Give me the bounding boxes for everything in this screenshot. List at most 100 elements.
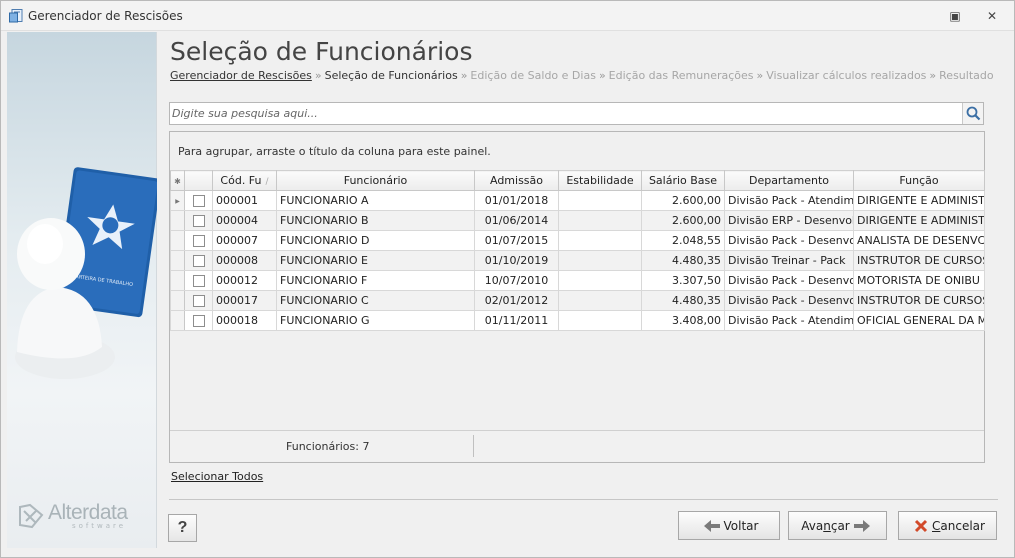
- breadcrumb-item: Edição de Saldo e Dias: [470, 69, 596, 82]
- breadcrumb-separator: »: [460, 69, 468, 82]
- cell-codigo: 000001: [212, 190, 277, 211]
- cell-departamento: Divisão Pack - Desenvol: [724, 230, 854, 251]
- corner-cell[interactable]: ✱: [170, 170, 185, 191]
- next-button[interactable]: Avançar: [788, 511, 887, 540]
- search-input[interactable]: [172, 105, 960, 122]
- brand-subtitle: software: [72, 522, 127, 530]
- cell-funcao: DIRIGENTE E ADMINIST: [853, 190, 985, 211]
- footer-divider: [473, 435, 474, 457]
- arrow-right-icon: [853, 519, 870, 532]
- row-checkbox[interactable]: [192, 235, 205, 247]
- cell-estabilidade: [558, 210, 642, 231]
- cell-admissao: 01/06/2014: [474, 210, 559, 231]
- group-by-panel[interactable]: Para agrupar, arraste o título da coluna…: [178, 145, 491, 158]
- cancel-x-icon: [914, 519, 928, 533]
- grid-footer: Funcionários: 7: [170, 430, 984, 461]
- row-checkbox-cell: [184, 230, 213, 251]
- cell-estabilidade: [558, 230, 642, 251]
- row-checkbox[interactable]: [192, 295, 205, 307]
- restore-button[interactable]: ▣: [943, 7, 967, 25]
- restore-icon: ▣: [949, 9, 961, 23]
- cell-admissao: 10/07/2010: [474, 270, 559, 291]
- table-row[interactable]: 000004 FUNCIONARIO B 01/06/2014 2.600,00 Div…: [170, 210, 985, 231]
- checkbox-column-header: [184, 170, 213, 191]
- table-header-row: ✱ Cód. Fu / Funcionário Admissão Estabili…: [170, 170, 985, 191]
- row-checkbox-cell: [184, 270, 213, 291]
- cell-admissao: 01/11/2011: [474, 310, 559, 331]
- cell-estabilidade: [558, 290, 642, 311]
- close-button[interactable]: ✕: [980, 7, 1004, 25]
- row-checkbox[interactable]: [192, 215, 205, 227]
- row-indicator[interactable]: ▶: [170, 190, 185, 211]
- cell-departamento: Divisão Pack - Atendim: [724, 190, 854, 211]
- cell-salario: 4.480,35: [641, 250, 725, 271]
- breadcrumb-separator: »: [598, 69, 606, 82]
- column-header-salario-base[interactable]: Salário Base: [641, 170, 725, 191]
- row-checkbox[interactable]: [192, 255, 205, 267]
- cell-salario: 4.480,35: [641, 290, 725, 311]
- select-all-link[interactable]: Selecionar Todos: [171, 470, 263, 483]
- column-header-admissao[interactable]: Admissão: [474, 170, 559, 191]
- table-row[interactable]: ▶ 000001 FUNCIONARIO A 01/01/2018 2.600,00 Di…: [170, 190, 985, 211]
- back-button[interactable]: Voltar: [678, 511, 780, 540]
- row-indicator[interactable]: [170, 310, 185, 331]
- column-header-funcao[interactable]: Função: [853, 170, 985, 191]
- column-header-funcionario[interactable]: Funcionário: [276, 170, 475, 191]
- cell-funcionario: FUNCIONARIO D: [276, 230, 475, 251]
- search-button[interactable]: [962, 103, 983, 124]
- breadcrumb-item[interactable]: Gerenciador de Rescisões: [170, 69, 312, 82]
- breadcrumb-item: Resultado: [939, 69, 994, 82]
- sort-indicator-icon: /: [265, 177, 269, 187]
- table-row[interactable]: 000012 FUNCIONARIO F 10/07/2010 3.307,50 Div…: [170, 270, 985, 291]
- row-indicator[interactable]: [170, 290, 185, 311]
- row-indicator[interactable]: [170, 210, 185, 231]
- cell-funcionario: FUNCIONARIO F: [276, 270, 475, 291]
- row-checkbox[interactable]: [192, 275, 205, 287]
- row-indicator[interactable]: [170, 250, 185, 271]
- column-header-departamento[interactable]: Departamento: [724, 170, 854, 191]
- cell-estabilidade: [558, 250, 642, 271]
- next-button-label: Avançar: [801, 518, 850, 533]
- cell-departamento: Divisão Pack - Desenvol: [724, 290, 854, 311]
- cell-salario: 2.048,55: [641, 230, 725, 251]
- cell-departamento: Divisão ERP - Desenvolv: [724, 210, 854, 231]
- work-card-illustration: CARTEIRA DE TRABALHO: [15, 167, 157, 379]
- row-indicator[interactable]: [170, 230, 185, 251]
- table-row[interactable]: 000017 FUNCIONARIO C 02/01/2012 4.480,35 Div…: [170, 290, 985, 311]
- asterisk-icon: ✱: [174, 177, 181, 186]
- breadcrumb-separator: »: [756, 69, 764, 82]
- table-row[interactable]: 000018 FUNCIONARIO G 01/11/2011 3.408,00 Div…: [170, 310, 985, 331]
- cancel-button[interactable]: Cancelar: [898, 511, 997, 540]
- breadcrumb-separator: »: [314, 69, 322, 82]
- search-box: [169, 102, 984, 125]
- close-icon: ✕: [986, 9, 998, 23]
- cell-admissao: 02/01/2012: [474, 290, 559, 311]
- column-header-codigo[interactable]: Cód. Fu /: [212, 170, 277, 191]
- cell-salario: 3.408,00: [641, 310, 725, 331]
- cell-salario: 3.307,50: [641, 270, 725, 291]
- app-window: Gerenciador de Rescisões ▣ ✕ CARTEIRA DE…: [0, 0, 1015, 558]
- table-row[interactable]: 000008 FUNCIONARIO E 01/10/2019 4.480,35 Div…: [170, 250, 985, 271]
- arrow-left-icon: [703, 519, 720, 532]
- current-row-icon: ▶: [175, 198, 180, 205]
- column-header-estabilidade[interactable]: Estabilidade: [558, 170, 642, 191]
- cell-funcionario: FUNCIONARIO C: [276, 290, 475, 311]
- alterdata-logo: Alterdata software: [18, 502, 128, 530]
- search-icon: [966, 106, 980, 121]
- cell-funcao: OFICIAL GENERAL DA M: [853, 310, 985, 331]
- cell-funcao: INSTRUTOR DE CURSOS: [853, 290, 985, 311]
- breadcrumb-separator: »: [929, 69, 937, 82]
- row-checkbox[interactable]: [192, 195, 205, 207]
- side-illustration-panel: CARTEIRA DE TRABALHO Alterdata software: [7, 32, 157, 548]
- app-document-icon: [9, 9, 24, 23]
- cell-estabilidade: [558, 270, 642, 291]
- table-row[interactable]: 000007 FUNCIONARIO D 01/07/2015 2.048,55 Div…: [170, 230, 985, 251]
- row-indicator[interactable]: [170, 270, 185, 291]
- cell-codigo: 000008: [212, 250, 277, 271]
- breadcrumb-item: Edição das Remunerações: [608, 69, 754, 82]
- cell-estabilidade: [558, 190, 642, 211]
- employee-grid: Para agrupar, arraste o título da coluna…: [169, 131, 985, 463]
- cell-funcionario: FUNCIONARIO A: [276, 190, 475, 211]
- help-button[interactable]: ?: [168, 514, 197, 542]
- row-checkbox[interactable]: [192, 315, 205, 327]
